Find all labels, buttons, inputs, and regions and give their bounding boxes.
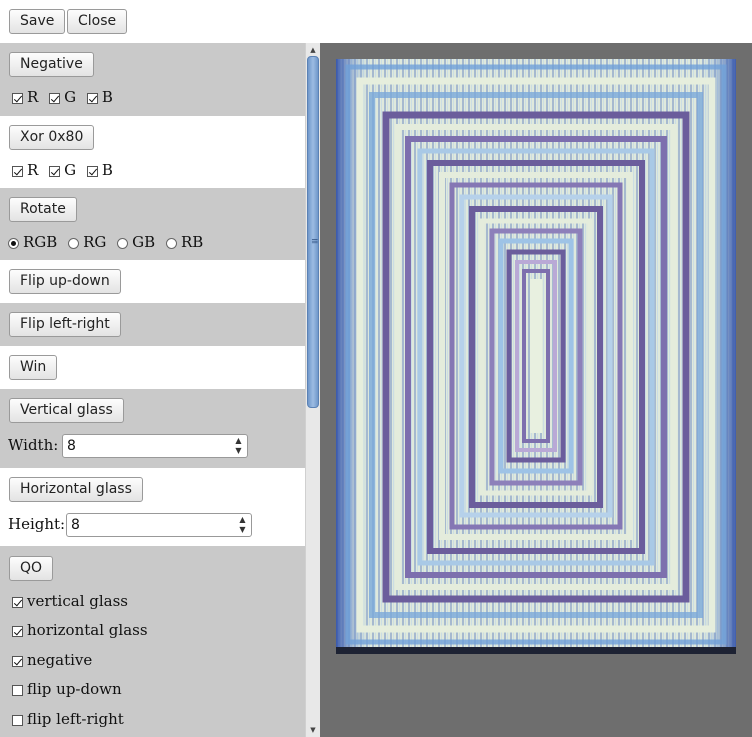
- vertical-glass-button[interactable]: Vertical glass: [9, 398, 124, 423]
- checkbox-icon[interactable]: [12, 625, 23, 637]
- radio-icon[interactable]: [68, 237, 80, 249]
- rotate-section: Rotate RGB RG GB RB: [0, 188, 305, 260]
- rotate-button[interactable]: Rotate: [9, 197, 77, 222]
- processed-image[interactable]: [336, 59, 736, 654]
- arrow-up-icon[interactable]: ▲: [306, 43, 320, 57]
- qo-flip-up-down-option[interactable]: flip up-down: [12, 680, 122, 698]
- checkbox-icon[interactable]: [12, 684, 23, 696]
- xor-channels: R G B: [12, 161, 119, 179]
- rotate-rg-option[interactable]: RG: [68, 233, 106, 251]
- xor-b-option[interactable]: B: [86, 161, 113, 179]
- rotate-rgb-option[interactable]: RGB: [8, 233, 57, 251]
- spinner-icon[interactable]: ▲ ▼: [234, 436, 243, 456]
- checkbox-icon[interactable]: [49, 165, 61, 177]
- qo-vertical-glass-option[interactable]: vertical glass: [12, 592, 128, 610]
- negative-g-option[interactable]: G: [49, 88, 76, 106]
- rotate-rb-option[interactable]: RB: [165, 233, 203, 251]
- win-button[interactable]: Win: [9, 355, 58, 380]
- close-button[interactable]: Close: [67, 9, 128, 34]
- negative-r-option[interactable]: R: [12, 88, 38, 106]
- win-section: Win: [0, 346, 305, 389]
- checkbox-icon[interactable]: [12, 714, 23, 726]
- xor-g-option[interactable]: G: [49, 161, 76, 179]
- rotate-gb-option[interactable]: GB: [117, 233, 155, 251]
- save-button[interactable]: Save: [9, 9, 66, 34]
- flip-left-right-section: Flip left-right: [0, 303, 305, 346]
- grip-icon: ≡: [311, 237, 319, 247]
- radio-icon[interactable]: [8, 237, 19, 249]
- rotate-options: RGB RG GB RB: [8, 233, 209, 251]
- checkbox-icon[interactable]: [12, 596, 23, 608]
- qo-horizontal-glass-option[interactable]: horizontal glass: [12, 621, 148, 639]
- spinner-icon[interactable]: ▲ ▼: [238, 515, 247, 535]
- height-input[interactable]: 8 ▲ ▼: [66, 513, 252, 537]
- xor-r-option[interactable]: R: [12, 161, 38, 179]
- negative-channels: R G B: [12, 88, 119, 106]
- checkbox-icon[interactable]: [12, 165, 23, 177]
- flip-up-down-section: Flip up-down: [0, 260, 305, 303]
- scrollbar-thumb[interactable]: ≡: [307, 56, 319, 408]
- qo-section: QO vertical glass horizontal glass negat…: [0, 546, 305, 737]
- vertical-glass-section: Vertical glass Width: 8 ▲ ▼: [0, 389, 305, 468]
- negative-b-option[interactable]: B: [86, 88, 113, 106]
- checkbox-icon[interactable]: [49, 92, 61, 104]
- negative-button[interactable]: Negative: [9, 52, 94, 77]
- horizontal-glass-section: Horizontal glass Height: 8 ▲ ▼: [0, 468, 305, 546]
- radio-icon[interactable]: [165, 237, 177, 249]
- checkbox-icon[interactable]: [86, 165, 98, 177]
- horizontal-glass-button[interactable]: Horizontal glass: [9, 477, 143, 502]
- image-viewer: [320, 43, 752, 737]
- controls-panel: Negative R G B Xor 0x80 R G B Rotate RGB…: [0, 43, 305, 737]
- xor-button[interactable]: Xor 0x80: [9, 125, 95, 150]
- width-input[interactable]: 8 ▲ ▼: [62, 434, 248, 458]
- flip-left-right-button[interactable]: Flip left-right: [9, 312, 121, 337]
- height-label: Height:: [8, 515, 66, 533]
- radio-icon[interactable]: [117, 237, 129, 249]
- qo-negative-option[interactable]: negative: [12, 651, 92, 669]
- qo-button[interactable]: QO: [9, 556, 54, 581]
- arrow-down-icon[interactable]: ▼: [306, 723, 320, 737]
- checkbox-icon[interactable]: [86, 92, 98, 104]
- checkbox-icon[interactable]: [12, 92, 23, 104]
- toolbar: Save Close: [0, 0, 752, 43]
- panel-scrollbar[interactable]: ▲ ≡ ▼: [305, 43, 320, 737]
- xor-section: Xor 0x80 R G B: [0, 116, 305, 188]
- flip-up-down-button[interactable]: Flip up-down: [9, 269, 121, 294]
- qo-flip-left-right-option[interactable]: flip left-right: [12, 710, 124, 728]
- width-label: Width:: [8, 436, 59, 454]
- negative-section: Negative R G B: [0, 43, 305, 116]
- checkbox-icon[interactable]: [12, 655, 23, 667]
